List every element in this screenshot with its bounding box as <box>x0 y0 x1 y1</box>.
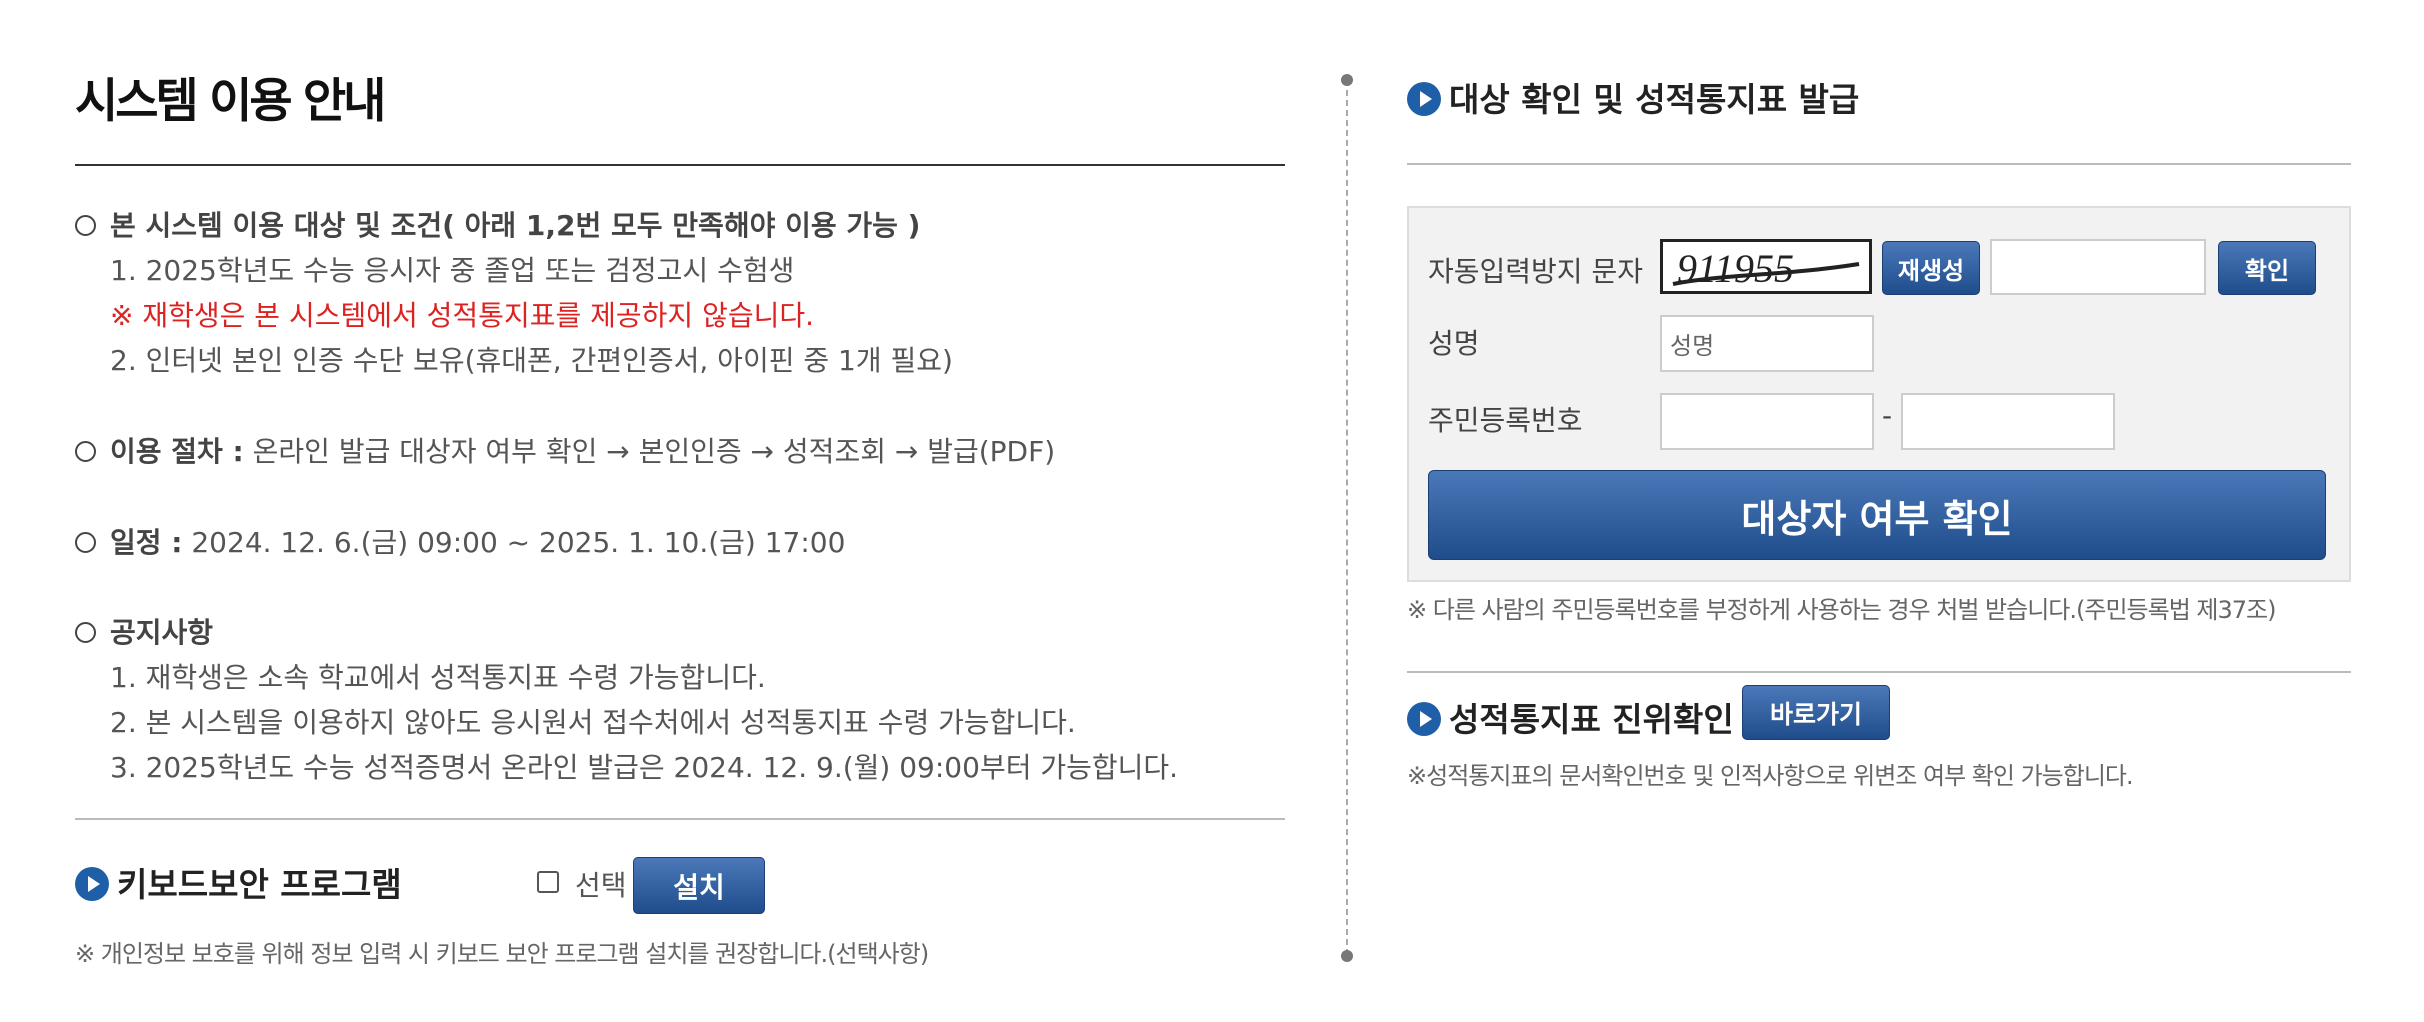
divider-top-dot <box>1341 74 1353 86</box>
section-divider <box>75 818 1285 820</box>
notice-heading: 공지사항 <box>75 611 213 651</box>
target-item: 1. 2025학년도 수능 응시자 중 졸업 또는 검정고시 수험생 <box>110 254 795 287</box>
circle-bullet-icon <box>75 441 96 462</box>
verify-divider <box>1407 671 2351 673</box>
verify-go-button[interactable]: 바로가기 <box>1742 685 1890 740</box>
captcha-input[interactable] <box>1990 239 2206 295</box>
regenerate-captcha-button[interactable]: 재생성 <box>1882 241 1980 295</box>
rrn-separator: - <box>1882 399 1893 432</box>
title-divider <box>75 164 1285 166</box>
issue-title: 대상 확인 및 성적통지표 발급 <box>1407 73 1859 121</box>
svg-text:911955: 911955 <box>1677 246 1794 291</box>
rrn-back-input[interactable] <box>1901 393 2115 450</box>
install-button[interactable]: 설치 <box>633 857 765 914</box>
play-circle-icon <box>1407 81 1441 116</box>
divider-bottom-dot <box>1341 950 1353 962</box>
page-title: 시스템 이용 안내 <box>75 74 386 129</box>
keyboard-security-title: 키보드보안 프로그램 <box>75 858 402 906</box>
notice-item: 1. 재학생은 소속 학교에서 성적통지표 수령 가능합니다. <box>110 661 766 694</box>
issue-divider <box>1407 163 2351 165</box>
rrn-warning-note: ※ 다른 사람의 주민등록번호를 부정하게 사용하는 경우 처벌 받습니다.(주… <box>1407 596 2276 624</box>
circle-bullet-icon <box>75 532 96 553</box>
name-input[interactable]: 성명 <box>1660 315 1874 372</box>
circle-bullet-icon <box>75 215 96 236</box>
keyboard-select-checkbox[interactable] <box>537 871 559 893</box>
verify-title: 성적통지표 진위확인 <box>1407 693 1734 741</box>
captcha-image: 911955 <box>1660 239 1872 294</box>
keyboard-note: ※ 개인정보 보호를 위해 정보 입력 시 키보드 보안 프로그램 설치를 권장… <box>75 940 929 968</box>
check-eligibility-button[interactable]: 대상자 여부 확인 <box>1428 470 2326 560</box>
column-divider <box>1346 80 1348 955</box>
play-circle-icon <box>75 866 109 901</box>
rrn-front-input[interactable] <box>1660 393 1874 450</box>
notice-item: 2. 본 시스템을 이용하지 않아도 응시원서 접수처에서 성적통지표 수령 가… <box>110 706 1076 739</box>
captcha-confirm-button[interactable]: 확인 <box>2218 241 2316 295</box>
target-heading: 본 시스템 이용 대상 및 조건( 아래 1,2번 모두 만족해야 이용 가능 … <box>75 204 920 244</box>
name-label: 성명 <box>1428 327 1480 360</box>
captcha-label: 자동입력방지 문자 <box>1428 255 1643 288</box>
play-circle-icon <box>1407 701 1441 736</box>
student-warning: ※ 재학생은 본 시스템에서 성적통지표를 제공하지 않습니다. <box>110 299 815 332</box>
keyboard-select-label: 선택 <box>575 869 627 902</box>
procedure-line: 이용 절차 : 온라인 발급 대상자 여부 확인 → 본인인증 → 성적조회 →… <box>75 430 1055 470</box>
verify-note: ※성적통지표의 문서확인번호 및 인적사항으로 위변조 여부 확인 가능합니다. <box>1407 762 2134 790</box>
schedule-line: 일정 : 2024. 12. 6.(금) 09:00 ~ 2025. 1. 10… <box>75 521 845 561</box>
rrn-label: 주민등록번호 <box>1428 404 1583 437</box>
target-item: 2. 인터넷 본인 인증 수단 보유(휴대폰, 간편인증서, 아이핀 중 1개 … <box>110 344 953 377</box>
notice-item: 3. 2025학년도 수능 성적증명서 온라인 발급은 2024. 12. 9.… <box>110 751 1179 784</box>
circle-bullet-icon <box>75 622 96 643</box>
